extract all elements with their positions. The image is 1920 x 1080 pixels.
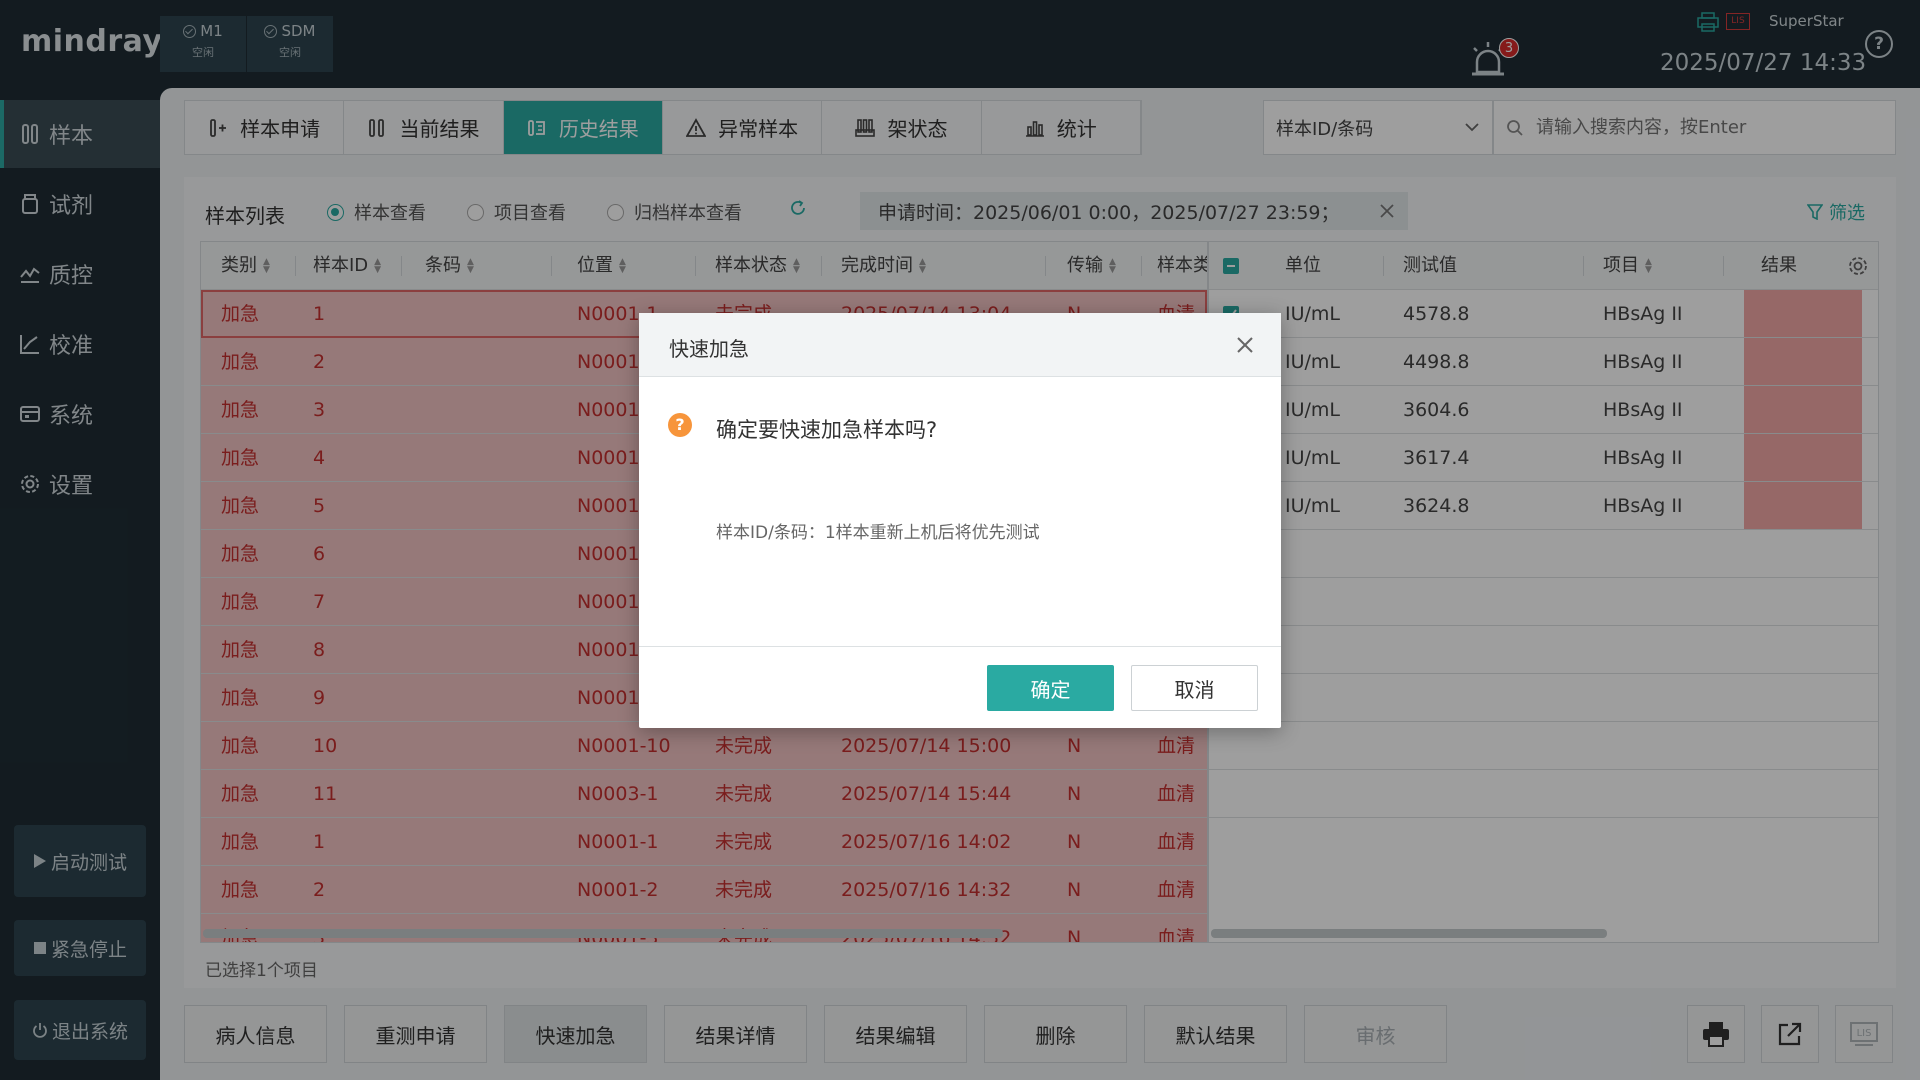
quick-urgent-dialog: 快速加急 ? 确定要快速加急样本吗? 样本ID/条码：1样本重新上机后将优先测试…: [639, 313, 1281, 728]
question-icon: ?: [668, 413, 692, 437]
confirm-button[interactable]: 确定: [987, 665, 1114, 711]
dialog-header: 快速加急: [639, 313, 1281, 377]
close-icon[interactable]: [1235, 335, 1255, 355]
dialog-footer: 确定 取消: [639, 646, 1281, 728]
dialog-question: 确定要快速加急样本吗?: [716, 418, 938, 442]
cancel-button[interactable]: 取消: [1131, 665, 1258, 711]
dialog-detail: 样本ID/条码：1样本重新上机后将优先测试: [716, 523, 1040, 543]
dialog-title: 快速加急: [669, 337, 749, 361]
